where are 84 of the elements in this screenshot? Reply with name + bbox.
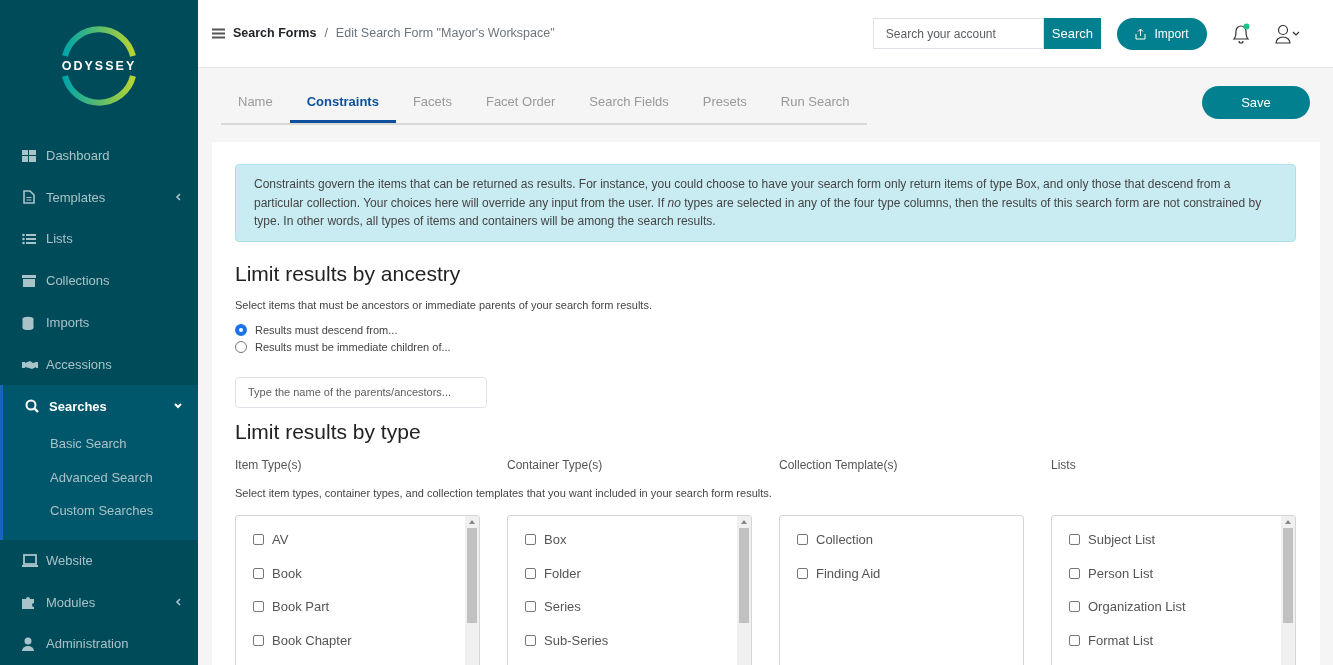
checkbox-label: Person List [1088,564,1154,583]
checkbox-label: Series [544,598,581,616]
sidebar-subitem[interactable]: Advanced Search [3,460,198,495]
sidebar-item[interactable]: Accessions [0,343,198,386]
checkbox[interactable] [1069,567,1080,579]
menu-item-icon [22,148,38,163]
sidebar-item[interactable]: Imports [0,301,198,344]
notification-bell-icon[interactable] [1231,22,1251,45]
breadcrumb-current: Edit Search Form "Mayor's Workspace" [335,25,555,43]
caret-icon [174,598,182,607]
tab[interactable]: Run Search [763,91,867,123]
checkbox-label: Collection [816,531,874,549]
checkbox[interactable] [253,634,264,646]
checkbox[interactable] [797,534,808,545]
checkbox-label: Finding Aid [816,564,881,583]
column-heading: Lists [1051,458,1076,472]
tab[interactable]: Facets [395,91,469,123]
caret-icon [174,402,182,411]
save-button[interactable]: Save [1202,86,1310,119]
checkbox-label: Sub-Series [544,631,609,650]
checkbox-label: Organization List [1088,598,1186,616]
tab[interactable]: Name [221,91,290,123]
section-heading: Limit results by type [235,418,422,445]
sidebar-item[interactable]: Collections [0,260,198,302]
checkbox-label: Book Chapter [272,631,352,650]
menu-item-icon [22,274,38,288]
checkbox-label: AV [272,531,289,549]
sidebar-item[interactable]: Dashboard [0,134,198,177]
checkbox[interactable] [1069,634,1080,646]
column-heading: Collection Template(s) [779,458,898,472]
tab[interactable]: Constraints [289,91,396,123]
checkbox[interactable] [253,567,264,579]
search-button[interactable]: Search [1043,18,1101,49]
radio-button[interactable] [235,341,247,353]
checkbox[interactable] [525,534,536,545]
help-text: Select items that must be ancestors or immediate parents of your search form results. [235,298,653,313]
sidebar-subitem[interactable]: Custom Searches [3,494,198,528]
column-heading: Container Type(s) [507,458,603,472]
checkbox[interactable] [797,567,808,579]
upload-icon [1135,27,1147,40]
scrollbar[interactable] [737,516,751,665]
radio-label: Results must descend from... [255,322,398,338]
checkbox[interactable] [1069,601,1080,612]
checkbox-label: Format List [1088,631,1153,650]
sidebar-item[interactable]: Website [0,539,198,582]
checkbox[interactable] [525,567,536,579]
caret-icon [174,193,182,202]
menu-icon [212,28,225,39]
menu-item-icon [22,553,38,568]
tab[interactable]: Search Fields [572,91,686,123]
menu-item-icon [22,190,38,205]
sidebar-item[interactable]: Templates [0,176,198,219]
info-alert: Constraints govern the items that can be returned as results. For instance, you could choose to have your search form only return items of type Box, and only those that descend from a particular collection. Your choices here will override any input from the user. If no types are selected in any of the four type columns, then the results of this search form are not constrained by type. In other words, all types of items and containers will be among the search results. [235,164,1296,242]
import-button[interactable]: Import [1117,17,1207,50]
scrollbar[interactable] [1281,516,1295,665]
checkbox-label: Box [544,531,567,549]
search-field[interactable]: Search your account [872,18,1044,49]
checkbox[interactable] [1069,534,1080,545]
ancestor-field[interactable]: Type the name of the parents/ancestors... [235,376,487,408]
sidebar-item[interactable]: Administration [0,623,198,665]
checkbox[interactable] [525,634,536,646]
checkbox-label: Subject List [1088,531,1156,549]
checkbox[interactable] [253,601,264,612]
column-heading: Item Type(s) [235,458,302,472]
search-icon [25,399,41,414]
sidebar-item[interactable]: Lists [0,218,198,261]
sidebar-subitem[interactable]: Basic Search [3,427,198,461]
sidebar-item[interactable]: Searches [0,385,198,428]
checkbox-label: Folder [544,564,581,583]
section-heading: Limit results by ancestry [235,260,462,287]
logo-text: ODYSSEY [61,58,137,76]
sidebar-item[interactable]: Modules [0,581,198,624]
help-text: Select item types, container types, and collection templates that you want included in your search form results. [235,485,773,501]
tab[interactable]: Facet Order [468,91,573,123]
checkbox-label: Book [272,564,302,583]
radio-button[interactable] [235,324,247,336]
breadcrumb-link[interactable]: Search Forms [233,24,317,43]
breadcrumb-separator: / [324,25,328,43]
radio-label: Results must be immediate children of... [255,339,451,355]
scrollbar[interactable] [465,516,479,665]
menu-item-icon [22,232,38,247]
checkbox[interactable] [525,601,536,612]
checkbox[interactable] [253,534,264,545]
checkbox-label: Book Part [272,598,330,616]
